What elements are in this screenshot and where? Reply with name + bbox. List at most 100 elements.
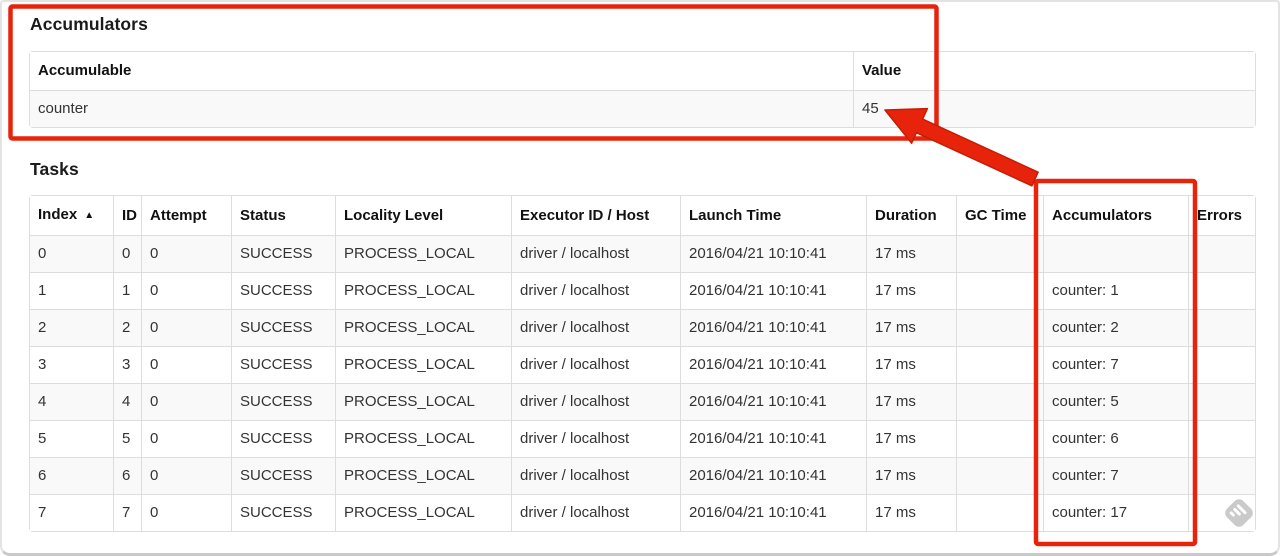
cell-executor: driver / localhost: [511, 383, 680, 420]
cell-id: 1: [113, 272, 141, 309]
cell-executor: driver / localhost: [511, 346, 680, 383]
cell-errors: [1188, 272, 1255, 309]
cell-gc-time: [956, 420, 1043, 457]
cell-status: SUCCESS: [231, 235, 335, 272]
cell-launch-time: 2016/04/21 10:10:41: [680, 383, 866, 420]
cell-launch-time: 2016/04/21 10:10:41: [680, 457, 866, 494]
col-header-attempt[interactable]: Attempt: [141, 196, 231, 235]
cell-duration: 17 ms: [866, 235, 956, 272]
cell-attempt: 0: [141, 272, 231, 309]
cell-index: 2: [30, 309, 113, 346]
task-row: 3 3 0 SUCCESS PROCESS_LOCAL driver / loc…: [30, 346, 1255, 383]
col-header-value[interactable]: Value: [853, 52, 1255, 90]
cell-duration: 17 ms: [866, 457, 956, 494]
cell-errors: [1188, 420, 1255, 457]
task-row: 5 5 0 SUCCESS PROCESS_LOCAL driver / loc…: [30, 420, 1255, 457]
col-header-status[interactable]: Status: [231, 196, 335, 235]
cell-duration: 17 ms: [866, 272, 956, 309]
cell-launch-time: 2016/04/21 10:10:41: [680, 420, 866, 457]
cell-launch-time: 2016/04/21 10:10:41: [680, 346, 866, 383]
cell-id: 2: [113, 309, 141, 346]
cell-executor: driver / localhost: [511, 494, 680, 531]
tasks-table: Index ▲ ID Attempt Status Locality Level …: [29, 195, 1256, 532]
cell-id: 3: [113, 346, 141, 383]
cell-executor: driver / localhost: [511, 457, 680, 494]
cell-status: SUCCESS: [231, 383, 335, 420]
cell-attempt: 0: [141, 457, 231, 494]
col-header-accumulable[interactable]: Accumulable: [30, 52, 853, 90]
col-header-gc-time[interactable]: GC Time: [956, 196, 1043, 235]
cell-accumulators: counter: 1: [1043, 272, 1188, 309]
cell-accumulators: counter: 2: [1043, 309, 1188, 346]
cell-status: SUCCESS: [231, 309, 335, 346]
cell-duration: 17 ms: [866, 383, 956, 420]
cell-gc-time: [956, 272, 1043, 309]
cell-accumulators: counter: 5: [1043, 383, 1188, 420]
cell-launch-time: 2016/04/21 10:10:41: [680, 272, 866, 309]
task-row: 6 6 0 SUCCESS PROCESS_LOCAL driver / loc…: [30, 457, 1255, 494]
cell-locality-level: PROCESS_LOCAL: [335, 494, 511, 531]
cell-accumulable: counter: [30, 90, 853, 127]
col-header-errors[interactable]: Errors: [1188, 196, 1255, 235]
cell-duration: 17 ms: [866, 309, 956, 346]
cell-index: 4: [30, 383, 113, 420]
col-header-accumulators[interactable]: Accumulators: [1043, 196, 1188, 235]
cell-gc-time: [956, 383, 1043, 420]
cell-gc-time: [956, 235, 1043, 272]
cell-executor: driver / localhost: [511, 235, 680, 272]
col-header-index[interactable]: Index ▲: [30, 196, 113, 235]
cell-id: 0: [113, 235, 141, 272]
cell-id: 5: [113, 420, 141, 457]
sort-ascending-icon: ▲: [84, 210, 95, 221]
cell-launch-time: 2016/04/21 10:10:41: [680, 494, 866, 531]
cell-index: 0: [30, 235, 113, 272]
cell-locality-level: PROCESS_LOCAL: [335, 346, 511, 383]
cell-gc-time: [956, 457, 1043, 494]
cell-status: SUCCESS: [231, 346, 335, 383]
cell-index: 6: [30, 457, 113, 494]
cell-id: 6: [113, 457, 141, 494]
cell-executor: driver / localhost: [511, 309, 680, 346]
cell-locality-level: PROCESS_LOCAL: [335, 309, 511, 346]
task-row: 1 1 0 SUCCESS PROCESS_LOCAL driver / loc…: [30, 272, 1255, 309]
accumulator-row: counter 45: [30, 90, 1255, 127]
col-header-executor[interactable]: Executor ID / Host: [511, 196, 680, 235]
cell-locality-level: PROCESS_LOCAL: [335, 383, 511, 420]
col-header-locality-level[interactable]: Locality Level: [335, 196, 511, 235]
cell-locality-level: PROCESS_LOCAL: [335, 272, 511, 309]
cell-status: SUCCESS: [231, 420, 335, 457]
task-row: 4 4 0 SUCCESS PROCESS_LOCAL driver / loc…: [30, 383, 1255, 420]
cell-status: SUCCESS: [231, 457, 335, 494]
cell-errors: [1188, 309, 1255, 346]
spark-stage-page: Accumulators Accumulable Value counter 4…: [0, 0, 1280, 556]
cell-launch-time: 2016/04/21 10:10:41: [680, 309, 866, 346]
task-row: 7 7 0 SUCCESS PROCESS_LOCAL driver / loc…: [30, 494, 1255, 531]
col-header-launch-time[interactable]: Launch Time: [680, 196, 866, 235]
cell-executor: driver / localhost: [511, 272, 680, 309]
cell-attempt: 0: [141, 420, 231, 457]
accumulators-section-title: Accumulators: [30, 14, 148, 34]
cell-gc-time: [956, 309, 1043, 346]
cell-value: 45: [853, 90, 1255, 127]
tasks-section-title: Tasks: [30, 159, 79, 179]
cell-duration: 17 ms: [866, 346, 956, 383]
col-header-id[interactable]: ID: [113, 196, 141, 235]
cell-errors: [1188, 383, 1255, 420]
cell-attempt: 0: [141, 494, 231, 531]
cell-gc-time: [956, 346, 1043, 383]
cell-errors: [1188, 494, 1255, 531]
cell-errors: [1188, 457, 1255, 494]
cell-index: 1: [30, 272, 113, 309]
cell-id: 4: [113, 383, 141, 420]
cell-index: 5: [30, 420, 113, 457]
cell-gc-time: [956, 494, 1043, 531]
col-header-duration[interactable]: Duration: [866, 196, 956, 235]
cell-attempt: 0: [141, 235, 231, 272]
cell-status: SUCCESS: [231, 272, 335, 309]
cell-locality-level: PROCESS_LOCAL: [335, 420, 511, 457]
cell-accumulators: counter: 7: [1043, 346, 1188, 383]
cell-accumulators: counter: 6: [1043, 420, 1188, 457]
task-row: 2 2 0 SUCCESS PROCESS_LOCAL driver / loc…: [30, 309, 1255, 346]
cell-index: 7: [30, 494, 113, 531]
cell-duration: 17 ms: [866, 494, 956, 531]
